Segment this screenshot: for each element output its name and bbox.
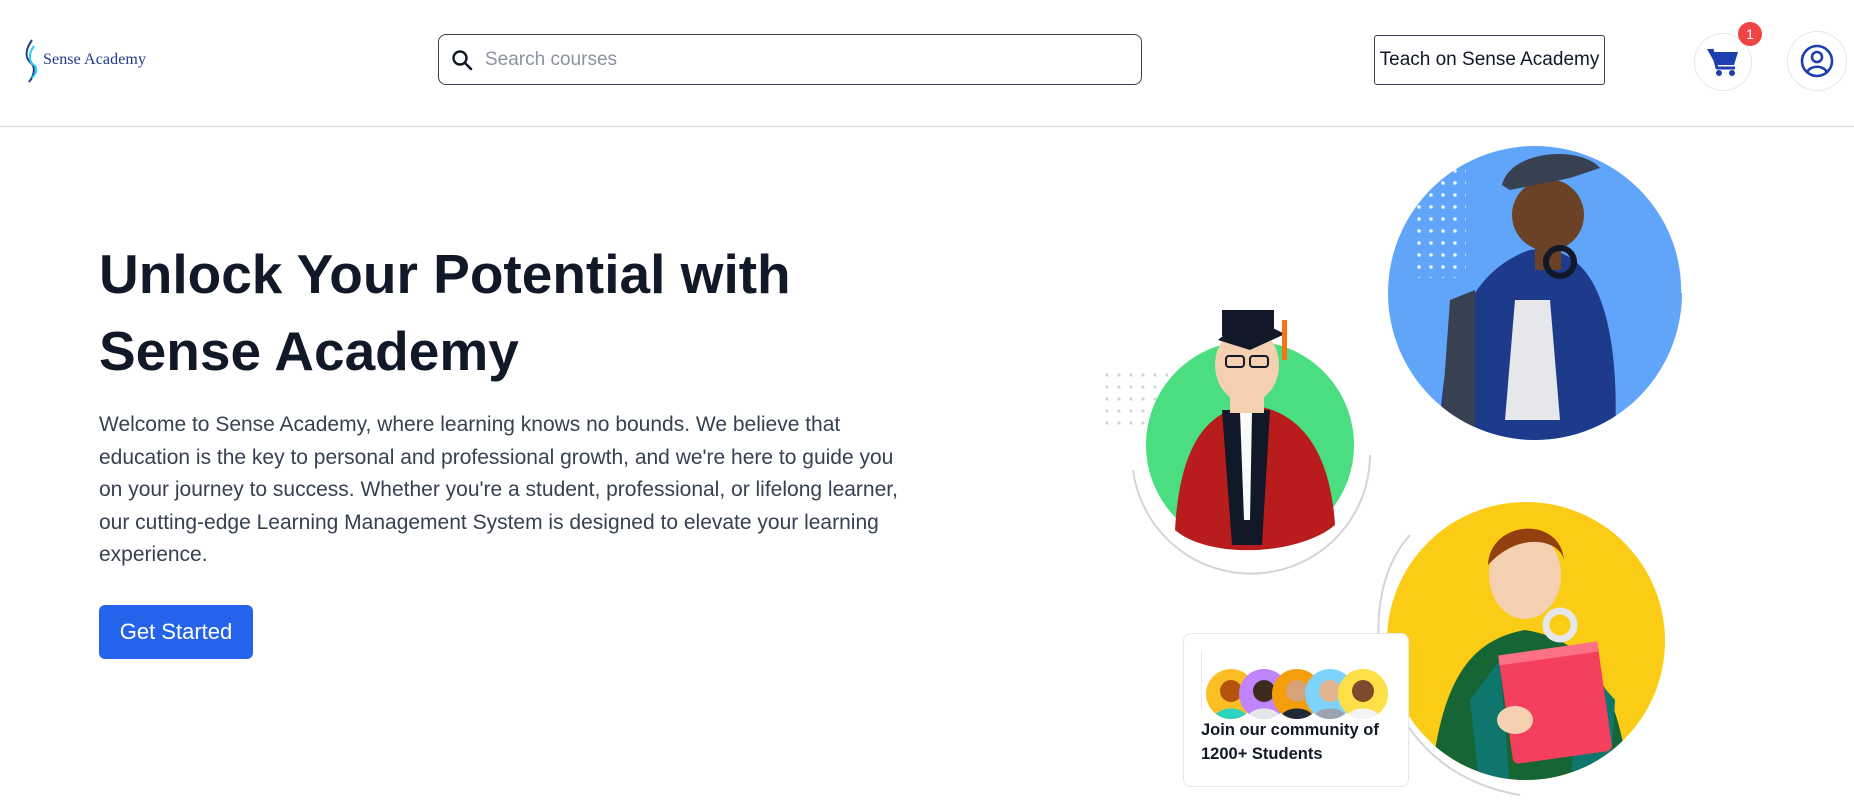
get-started-button[interactable]: Get Started <box>99 605 253 659</box>
profile-button[interactable] <box>1787 31 1847 91</box>
teach-on-sense-academy-button[interactable]: Teach on Sense Academy <box>1374 35 1605 85</box>
cart-count-badge: 1 <box>1738 22 1762 46</box>
student-avatars <box>1201 651 1411 719</box>
community-caption: Join our community of 1200+ Students <box>1201 719 1401 766</box>
user-circle-icon <box>1800 44 1834 78</box>
community-line-1: Join our community of <box>1201 721 1379 739</box>
search-icon <box>452 49 473 70</box>
hero-title: Unlock Your Potential with Sense Academy <box>99 236 919 390</box>
hero-title-line-2: Sense Academy <box>99 320 519 382</box>
brand-logo[interactable]: Sense Academy <box>22 36 146 84</box>
brand-name: Sense Academy <box>43 51 147 68</box>
student-avatar <box>1338 669 1388 719</box>
community-line-2: 1200+ Students <box>1201 744 1323 763</box>
student-photo-blue <box>1388 146 1684 440</box>
search-bar[interactable] <box>438 34 1142 85</box>
graduate-photo-green <box>1132 310 1371 575</box>
search-input[interactable] <box>485 48 1125 71</box>
hero-description: Welcome to Sense Academy, where learning… <box>99 413 898 566</box>
community-card: Join our community of 1200+ Students <box>1183 633 1409 787</box>
dot-pattern-left <box>1098 365 1168 433</box>
cart-icon <box>1707 48 1738 76</box>
logo-mark-icon <box>25 39 38 83</box>
hero-title-line-1: Unlock Your Potential with <box>99 243 791 305</box>
top-navbar: Sense Academy Teach on Sense Academy 1 <box>0 0 1854 127</box>
student-photo-yellow <box>1377 502 1665 796</box>
